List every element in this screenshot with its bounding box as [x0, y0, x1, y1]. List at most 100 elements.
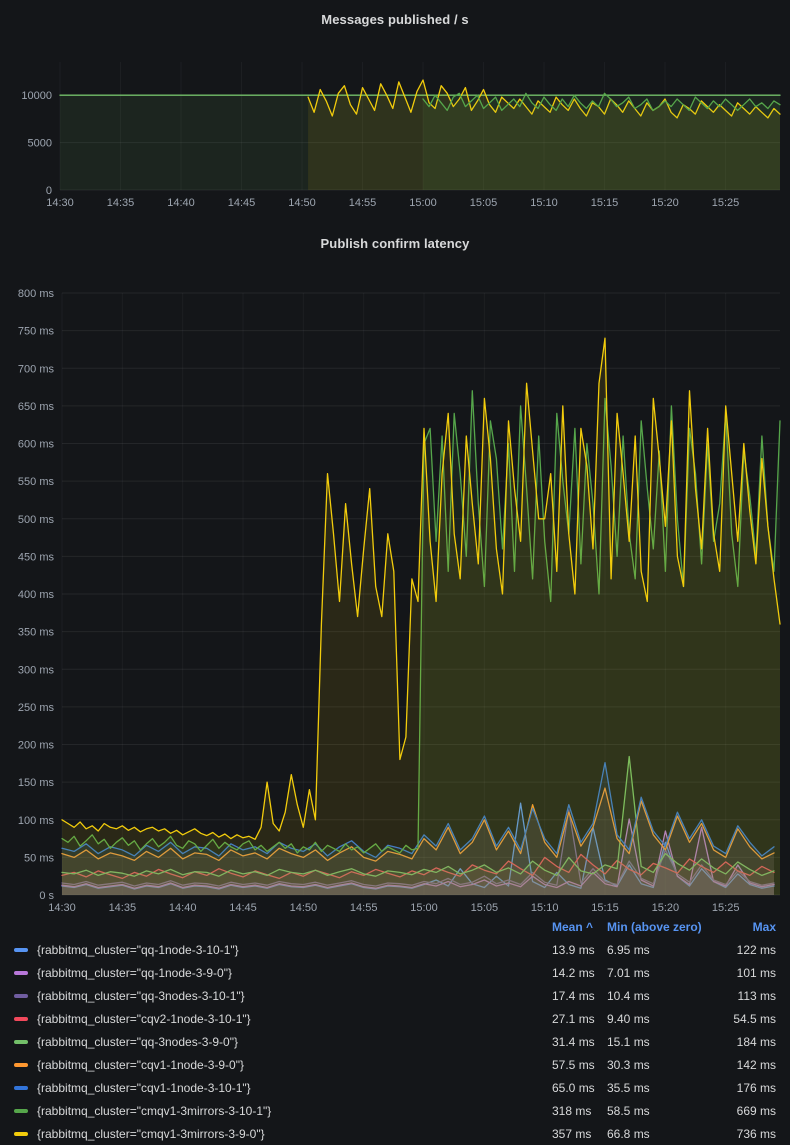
legend-row-label-col: {rabbitmq_cluster="cqv2-1node-3-10-1"} — [14, 1012, 552, 1026]
series-min-value: 10.4 ms — [607, 989, 730, 1003]
svg-text:100 ms: 100 ms — [18, 815, 55, 827]
series-max-value: 142 ms — [730, 1058, 776, 1072]
svg-text:15:15: 15:15 — [591, 902, 619, 914]
legend-row[interactable]: {rabbitmq_cluster="qq-3nodes-3-10-1"}17.… — [0, 984, 790, 1007]
legend-row[interactable]: {rabbitmq_cluster="qq-3nodes-3-9-0"} 31.4… — [0, 1030, 790, 1053]
svg-text:10000: 10000 — [21, 90, 52, 102]
legend-row[interactable]: {rabbitmq_cluster="cmqv1-3mirrors-3-9-0"… — [0, 1122, 790, 1145]
series-label[interactable]: {rabbitmq_cluster="cmqv1-3mirrors-3-9-0"… — [37, 1127, 265, 1141]
series-mean-value: 357 ms — [552, 1127, 607, 1141]
legend-table: Mean ^ Min (above zero) Max {rabbitmq_cl… — [0, 916, 790, 1145]
legend-row[interactable]: {rabbitmq_cluster="cqv1-1node-3-9-0"} 57.… — [0, 1053, 790, 1076]
legend-row[interactable]: {rabbitmq_cluster="qq-1node-3-9-0"} 14.2 … — [0, 961, 790, 984]
svg-text:250 ms: 250 ms — [18, 702, 55, 714]
legend-row-label-col: {rabbitmq_cluster="qq-1node-3-9-0"} — [14, 966, 552, 980]
series-min-value: 6.95 ms — [607, 943, 730, 957]
svg-text:750 ms: 750 ms — [18, 326, 55, 338]
svg-text:650 ms: 650 ms — [18, 401, 55, 413]
series-mean-value: 57.5 ms — [552, 1058, 607, 1072]
svg-text:15:10: 15:10 — [530, 197, 558, 209]
series-label[interactable]: {rabbitmq_cluster="qq-1node-3-10-1"} — [37, 943, 239, 957]
series-color-swatch[interactable] — [14, 971, 28, 975]
legend-header-max[interactable]: Max — [730, 920, 776, 934]
svg-text:15:00: 15:00 — [410, 902, 438, 914]
svg-text:350 ms: 350 ms — [18, 627, 55, 639]
svg-text:15:25: 15:25 — [712, 902, 740, 914]
legend-row[interactable]: {rabbitmq_cluster="cqv1-1node-3-10-1"} 65… — [0, 1076, 790, 1099]
series-color-swatch[interactable] — [14, 1017, 28, 1021]
series-min-value: 66.8 ms — [607, 1127, 730, 1141]
series-min-value: 58.5 ms — [607, 1104, 730, 1118]
series-max-value: 736 ms — [730, 1127, 776, 1141]
series-min-value: 35.5 ms — [607, 1081, 730, 1095]
series-label[interactable]: {rabbitmq_cluster="cmqv1-3mirrors-3-10-1… — [37, 1104, 271, 1118]
legend-row-label-col: {rabbitmq_cluster="cqv1-1node-3-9-0"} — [14, 1058, 552, 1072]
legend-row-label-col: {rabbitmq_cluster="qq-3nodes-3-10-1"} — [14, 989, 552, 1003]
series-max-value: 113 ms — [730, 989, 776, 1003]
series-label[interactable]: {rabbitmq_cluster="cqv1-1node-3-9-0"} — [37, 1058, 244, 1072]
legend-row[interactable]: {rabbitmq_cluster="cmqv1-3mirrors-3-10-1… — [0, 1099, 790, 1122]
series-min-value: 30.3 ms — [607, 1058, 730, 1072]
series-color-swatch[interactable] — [14, 994, 28, 998]
series-color-swatch[interactable] — [14, 1063, 28, 1067]
legend-row-label-col: {rabbitmq_cluster="qq-3nodes-3-9-0"} — [14, 1035, 552, 1049]
svg-text:450 ms: 450 ms — [18, 551, 55, 563]
series-color-swatch[interactable] — [14, 948, 28, 952]
series-min-value: 9.40 ms — [607, 1012, 730, 1026]
legend-row[interactable]: {rabbitmq_cluster="qq-1node-3-10-1"} 13.9… — [0, 938, 790, 961]
publish-confirm-latency-chart[interactable]: 0 s50 ms100 ms150 ms200 ms250 ms300 ms35… — [0, 264, 790, 916]
svg-text:800 ms: 800 ms — [18, 288, 55, 300]
series-label[interactable]: {rabbitmq_cluster="qq-1node-3-9-0"} — [37, 966, 232, 980]
series-min-value: 15.1 ms — [607, 1035, 730, 1049]
svg-text:14:55: 14:55 — [349, 197, 377, 209]
series-mean-value: 13.9 ms — [552, 943, 607, 957]
svg-text:14:45: 14:45 — [229, 902, 257, 914]
svg-text:700 ms: 700 ms — [18, 363, 55, 375]
legend-row-label-col: {rabbitmq_cluster="cmqv1-3mirrors-3-9-0"… — [14, 1127, 552, 1141]
panel-title-messages-published: Messages published / s — [0, 0, 790, 40]
svg-text:14:45: 14:45 — [228, 197, 256, 209]
series-color-swatch[interactable] — [14, 1109, 28, 1113]
legend-row-label-col: {rabbitmq_cluster="qq-1node-3-10-1"} — [14, 943, 552, 957]
series-label[interactable]: {rabbitmq_cluster="cqv2-1node-3-10-1"} — [37, 1012, 251, 1026]
series-mean-value: 14.2 ms — [552, 966, 607, 980]
series-mean-value: 318 ms — [552, 1104, 607, 1118]
svg-text:15:05: 15:05 — [471, 902, 499, 914]
svg-text:15:00: 15:00 — [409, 197, 437, 209]
series-color-swatch[interactable] — [14, 1132, 28, 1136]
svg-text:14:50: 14:50 — [288, 197, 316, 209]
svg-text:0 s: 0 s — [39, 890, 54, 902]
svg-text:200 ms: 200 ms — [18, 740, 55, 752]
series-mean-value: 31.4 ms — [552, 1035, 607, 1049]
legend-row[interactable]: {rabbitmq_cluster="cqv2-1node-3-10-1"}27… — [0, 1007, 790, 1030]
series-color-swatch[interactable] — [14, 1040, 28, 1044]
legend-header-mean[interactable]: Mean ^ — [552, 920, 607, 934]
svg-text:15:05: 15:05 — [470, 197, 498, 209]
panel-publish-confirm-latency: Publish confirm latency 0 s50 ms100 ms15… — [0, 210, 790, 1145]
svg-text:150 ms: 150 ms — [18, 777, 55, 789]
series-max-value: 176 ms — [730, 1081, 776, 1095]
svg-text:5000: 5000 — [28, 138, 52, 150]
legend-row-label-col: {rabbitmq_cluster="cmqv1-3mirrors-3-10-1… — [14, 1104, 552, 1118]
messages-published-chart[interactable]: 050001000014:3014:3514:4014:4514:5014:55… — [0, 40, 790, 210]
svg-text:50 ms: 50 ms — [24, 852, 54, 864]
svg-text:14:40: 14:40 — [167, 197, 195, 209]
legend-header-row: Mean ^ Min (above zero) Max — [0, 916, 790, 938]
series-label[interactable]: {rabbitmq_cluster="cqv1-1node-3-10-1"} — [37, 1081, 251, 1095]
series-max-value: 669 ms — [730, 1104, 776, 1118]
series-mean-value: 65.0 ms — [552, 1081, 607, 1095]
svg-text:15:15: 15:15 — [591, 197, 619, 209]
series-label[interactable]: {rabbitmq_cluster="qq-3nodes-3-9-0"} — [37, 1035, 238, 1049]
svg-text:14:40: 14:40 — [169, 902, 197, 914]
series-min-value: 7.01 ms — [607, 966, 730, 980]
svg-text:550 ms: 550 ms — [18, 476, 55, 488]
svg-text:14:50: 14:50 — [290, 902, 318, 914]
series-max-value: 122 ms — [730, 943, 776, 957]
series-label[interactable]: {rabbitmq_cluster="qq-3nodes-3-10-1"} — [37, 989, 245, 1003]
svg-text:15:20: 15:20 — [651, 197, 679, 209]
series-color-swatch[interactable] — [14, 1086, 28, 1090]
svg-text:600 ms: 600 ms — [18, 439, 55, 451]
series-max-value: 184 ms — [730, 1035, 776, 1049]
legend-header-min[interactable]: Min (above zero) — [607, 920, 730, 934]
svg-text:15:10: 15:10 — [531, 902, 559, 914]
